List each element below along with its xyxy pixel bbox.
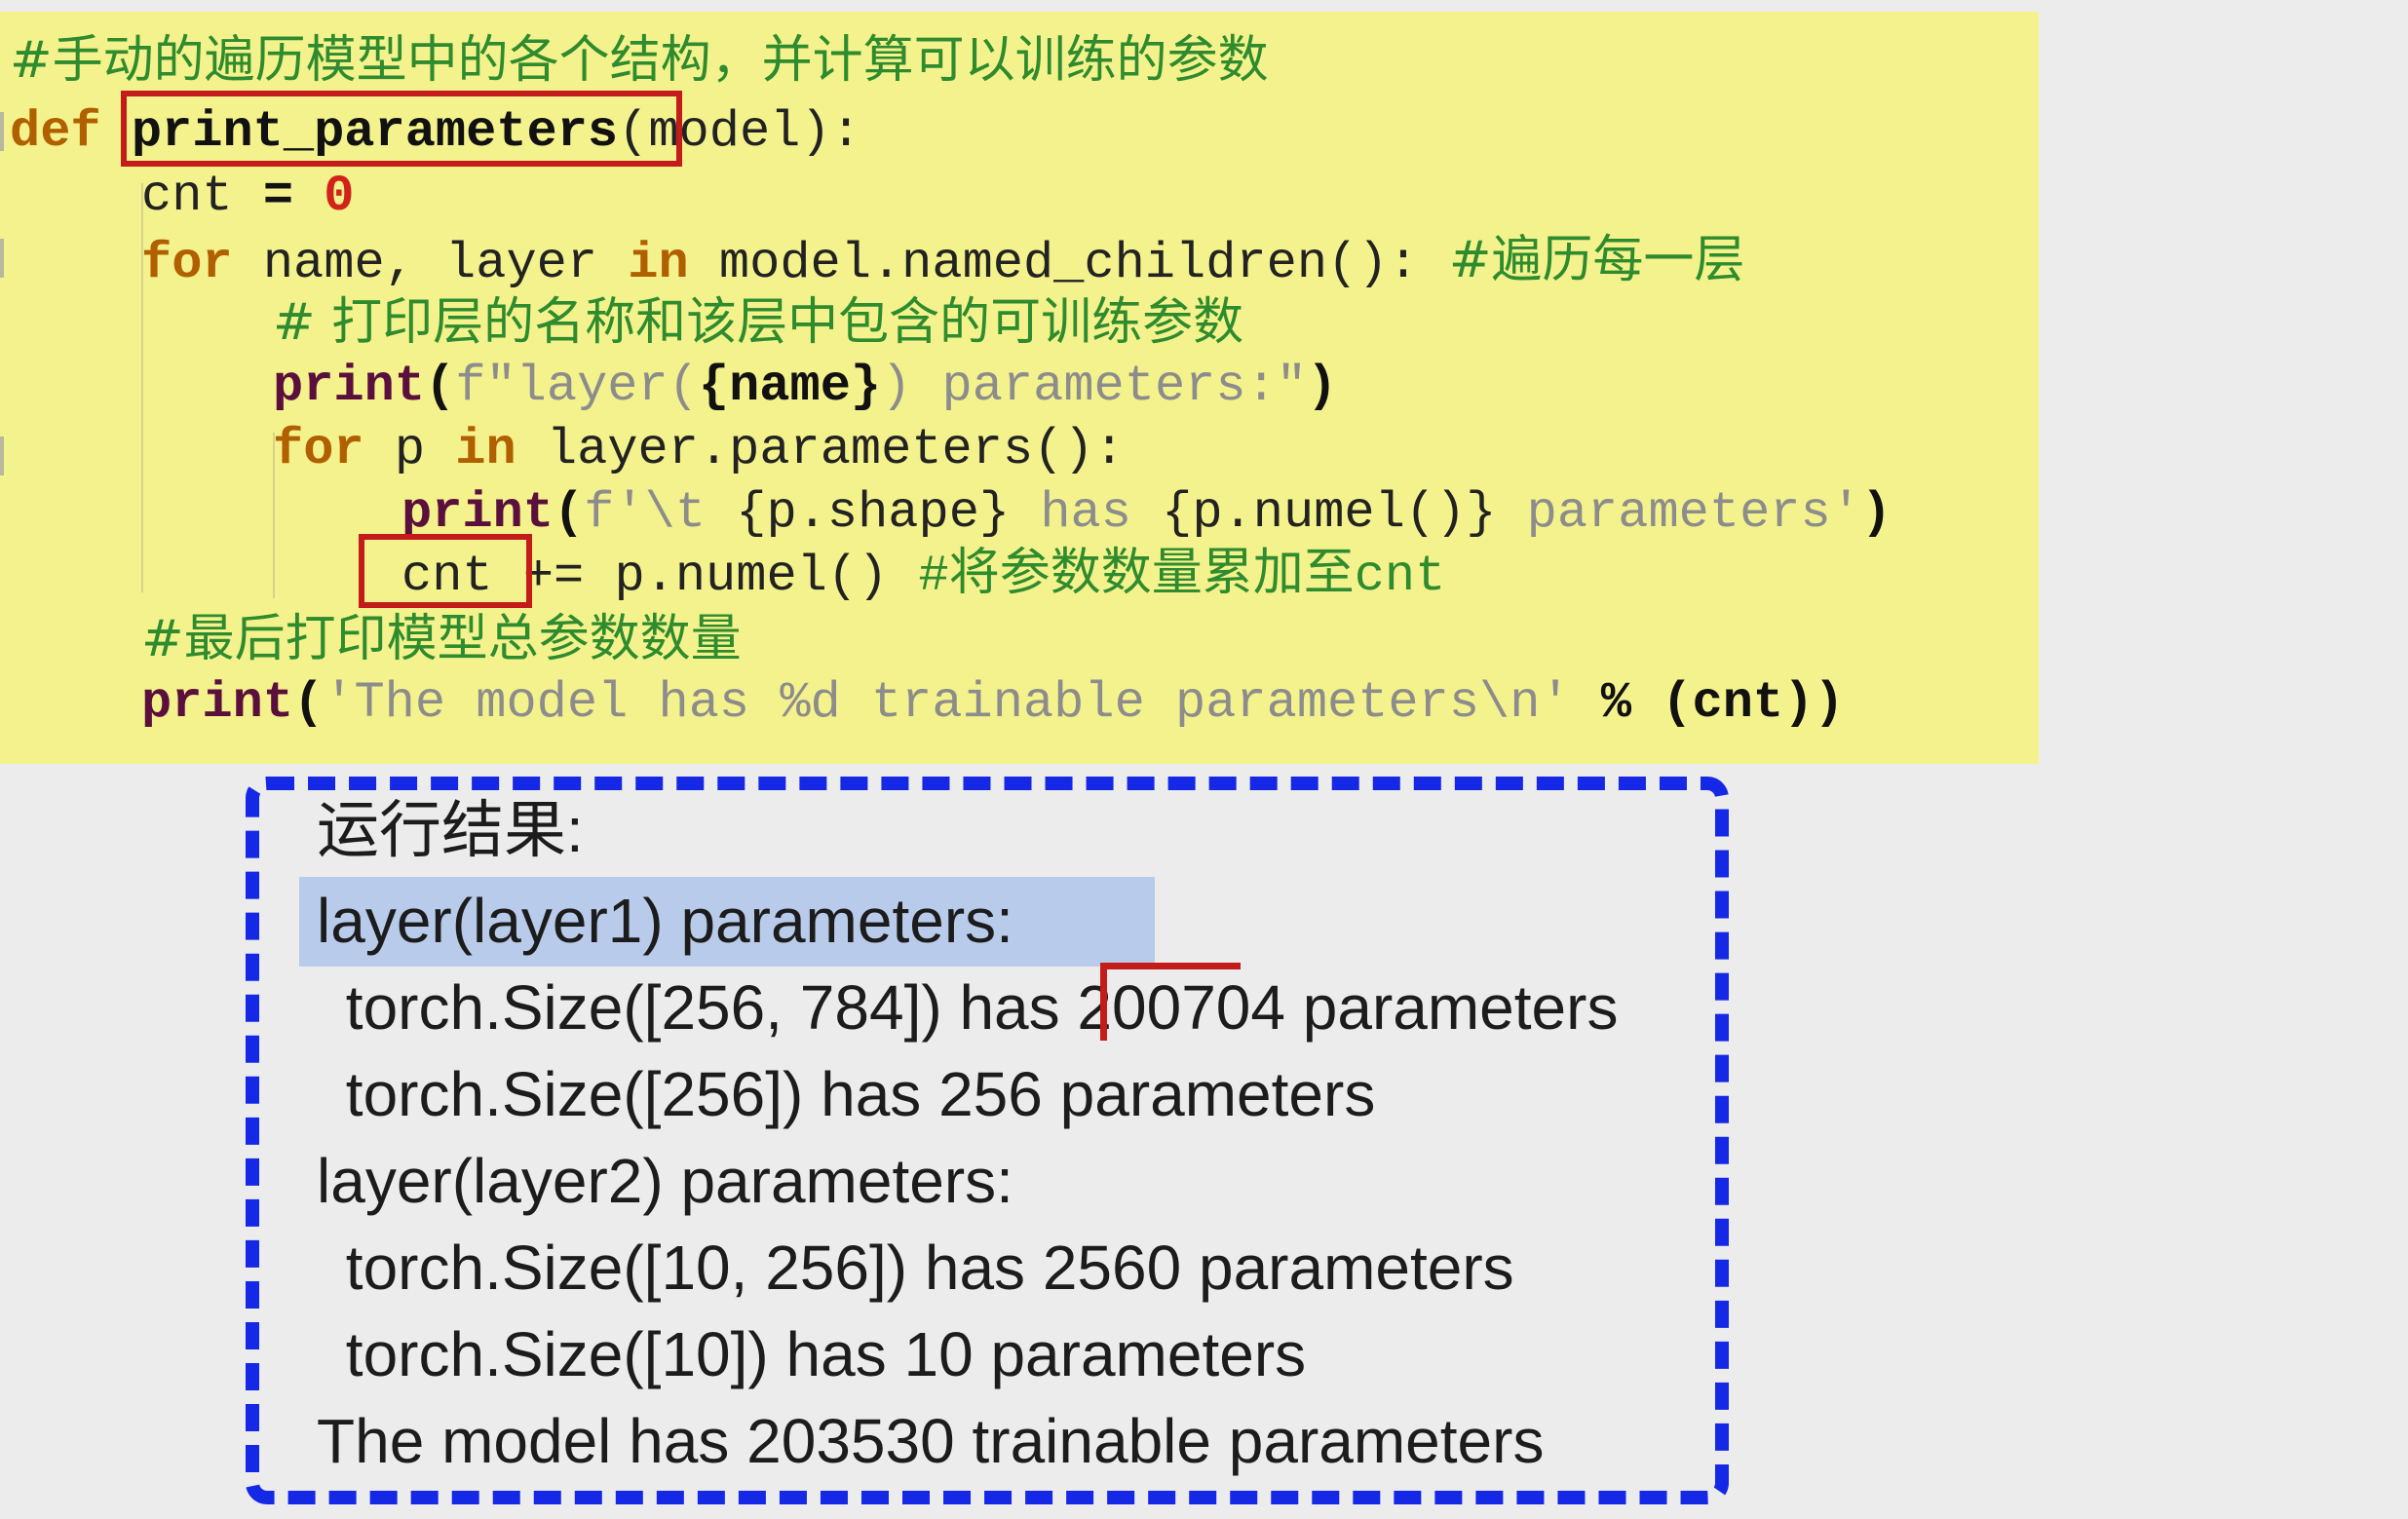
code-line-8: print(f'\t {p.shape} has {p.numel()} par… bbox=[401, 482, 1892, 545]
fstring-expr: {name} bbox=[698, 358, 882, 415]
code-comment: #最后打印模型总参数数量 bbox=[141, 610, 742, 668]
string-literal: 'The model has %d trainable parameters\n… bbox=[324, 674, 1571, 732]
keyword-def: def bbox=[10, 103, 101, 161]
code-line-1: #手动的遍历模型中的各个结构，并计算可以训练的参数 bbox=[10, 29, 1269, 92]
variable-cnt: cnt bbox=[141, 168, 233, 225]
code-line-6: print(f"layer({name}) parameters:") bbox=[273, 356, 1337, 418]
increment-expr: += p.numel() bbox=[492, 548, 919, 605]
fold-marker bbox=[0, 437, 4, 475]
paren: ) bbox=[1307, 358, 1338, 415]
code-line-3: cnt = 0 bbox=[141, 166, 354, 228]
output-line-3: torch.Size([256]) has 256 parameters bbox=[328, 1059, 1376, 1129]
red-annotation-mark bbox=[1100, 963, 1241, 969]
code-line-10: #最后打印模型总参数数量 bbox=[141, 608, 742, 670]
loop-iterable: model.named_children(): bbox=[688, 235, 1449, 292]
red-annotation-mark bbox=[1100, 965, 1107, 1041]
format-expr: % (cnt)) bbox=[1570, 674, 1845, 732]
fold-marker bbox=[0, 239, 4, 278]
loop-vars: p bbox=[363, 421, 456, 478]
output-heading: 运行结果: bbox=[317, 795, 584, 865]
code-line-11: print('The model has %d trainable parame… bbox=[141, 672, 1845, 735]
keyword-for: for bbox=[141, 235, 233, 292]
builtin-print: print bbox=[141, 674, 294, 732]
code-comment: # 打印层的名称和该层中包含的可训练参数 bbox=[273, 293, 1244, 352]
code-line-5: # 打印层的名称和该层中包含的可训练参数 bbox=[273, 291, 1243, 354]
output-line-6: torch.Size([10]) has 10 parameters bbox=[328, 1319, 1307, 1389]
output-line-5: torch.Size([10, 256]) has 2560 parameter… bbox=[328, 1233, 1514, 1303]
code-line-7: for p in layer.parameters(): bbox=[273, 419, 1125, 481]
string-literal: has bbox=[1010, 484, 1163, 542]
paren: ( bbox=[554, 484, 585, 542]
string-literal: ) parameters:" bbox=[881, 358, 1307, 415]
paren: ( bbox=[293, 674, 325, 732]
builtin-print: print bbox=[273, 358, 426, 415]
output-line-1: layer(layer1) parameters: bbox=[317, 886, 1013, 956]
code-comment: #手动的遍历模型中的各个结构，并计算可以训练的参数 bbox=[10, 31, 1269, 90]
code-line-4: for name, layer in model.named_children(… bbox=[141, 229, 1745, 292]
fstring-expr: {p.numel()} bbox=[1162, 484, 1497, 542]
keyword-in: in bbox=[628, 235, 689, 292]
code-line-9: cnt += p.numel() #将参数数量累加至cnt bbox=[401, 546, 1445, 608]
output-line-2: torch.Size([256, 784]) has 200704 parame… bbox=[328, 972, 1619, 1043]
paren: ( bbox=[425, 358, 456, 415]
loop-vars: name, layer bbox=[232, 235, 629, 292]
keyword-for: for bbox=[273, 421, 364, 478]
operator-assign: = bbox=[232, 168, 325, 225]
red-annotation-box-function bbox=[121, 91, 682, 167]
fstring-expr: {p.shape} bbox=[736, 484, 1011, 542]
string-literal: f'\t bbox=[584, 484, 737, 542]
red-annotation-box-cnt bbox=[359, 534, 532, 608]
output-line-4: layer(layer2) parameters: bbox=[317, 1146, 1013, 1216]
string-literal: f"layer( bbox=[455, 358, 699, 415]
number-zero: 0 bbox=[324, 168, 355, 225]
loop-iterable: layer.parameters(): bbox=[516, 421, 1125, 478]
output-line-7: The model has 203530 trainable parameter… bbox=[317, 1406, 1545, 1476]
code-comment: #将参数数量累加至cnt bbox=[918, 548, 1446, 605]
keyword-in: in bbox=[455, 421, 516, 478]
code-comment: #遍历每一层 bbox=[1448, 231, 1745, 289]
paren: ) bbox=[1860, 484, 1892, 542]
code-panel: #手动的遍历模型中的各个结构，并计算可以训练的参数 def print_para… bbox=[0, 12, 2039, 764]
string-literal: parameters' bbox=[1496, 484, 1861, 542]
fold-marker bbox=[0, 112, 4, 151]
